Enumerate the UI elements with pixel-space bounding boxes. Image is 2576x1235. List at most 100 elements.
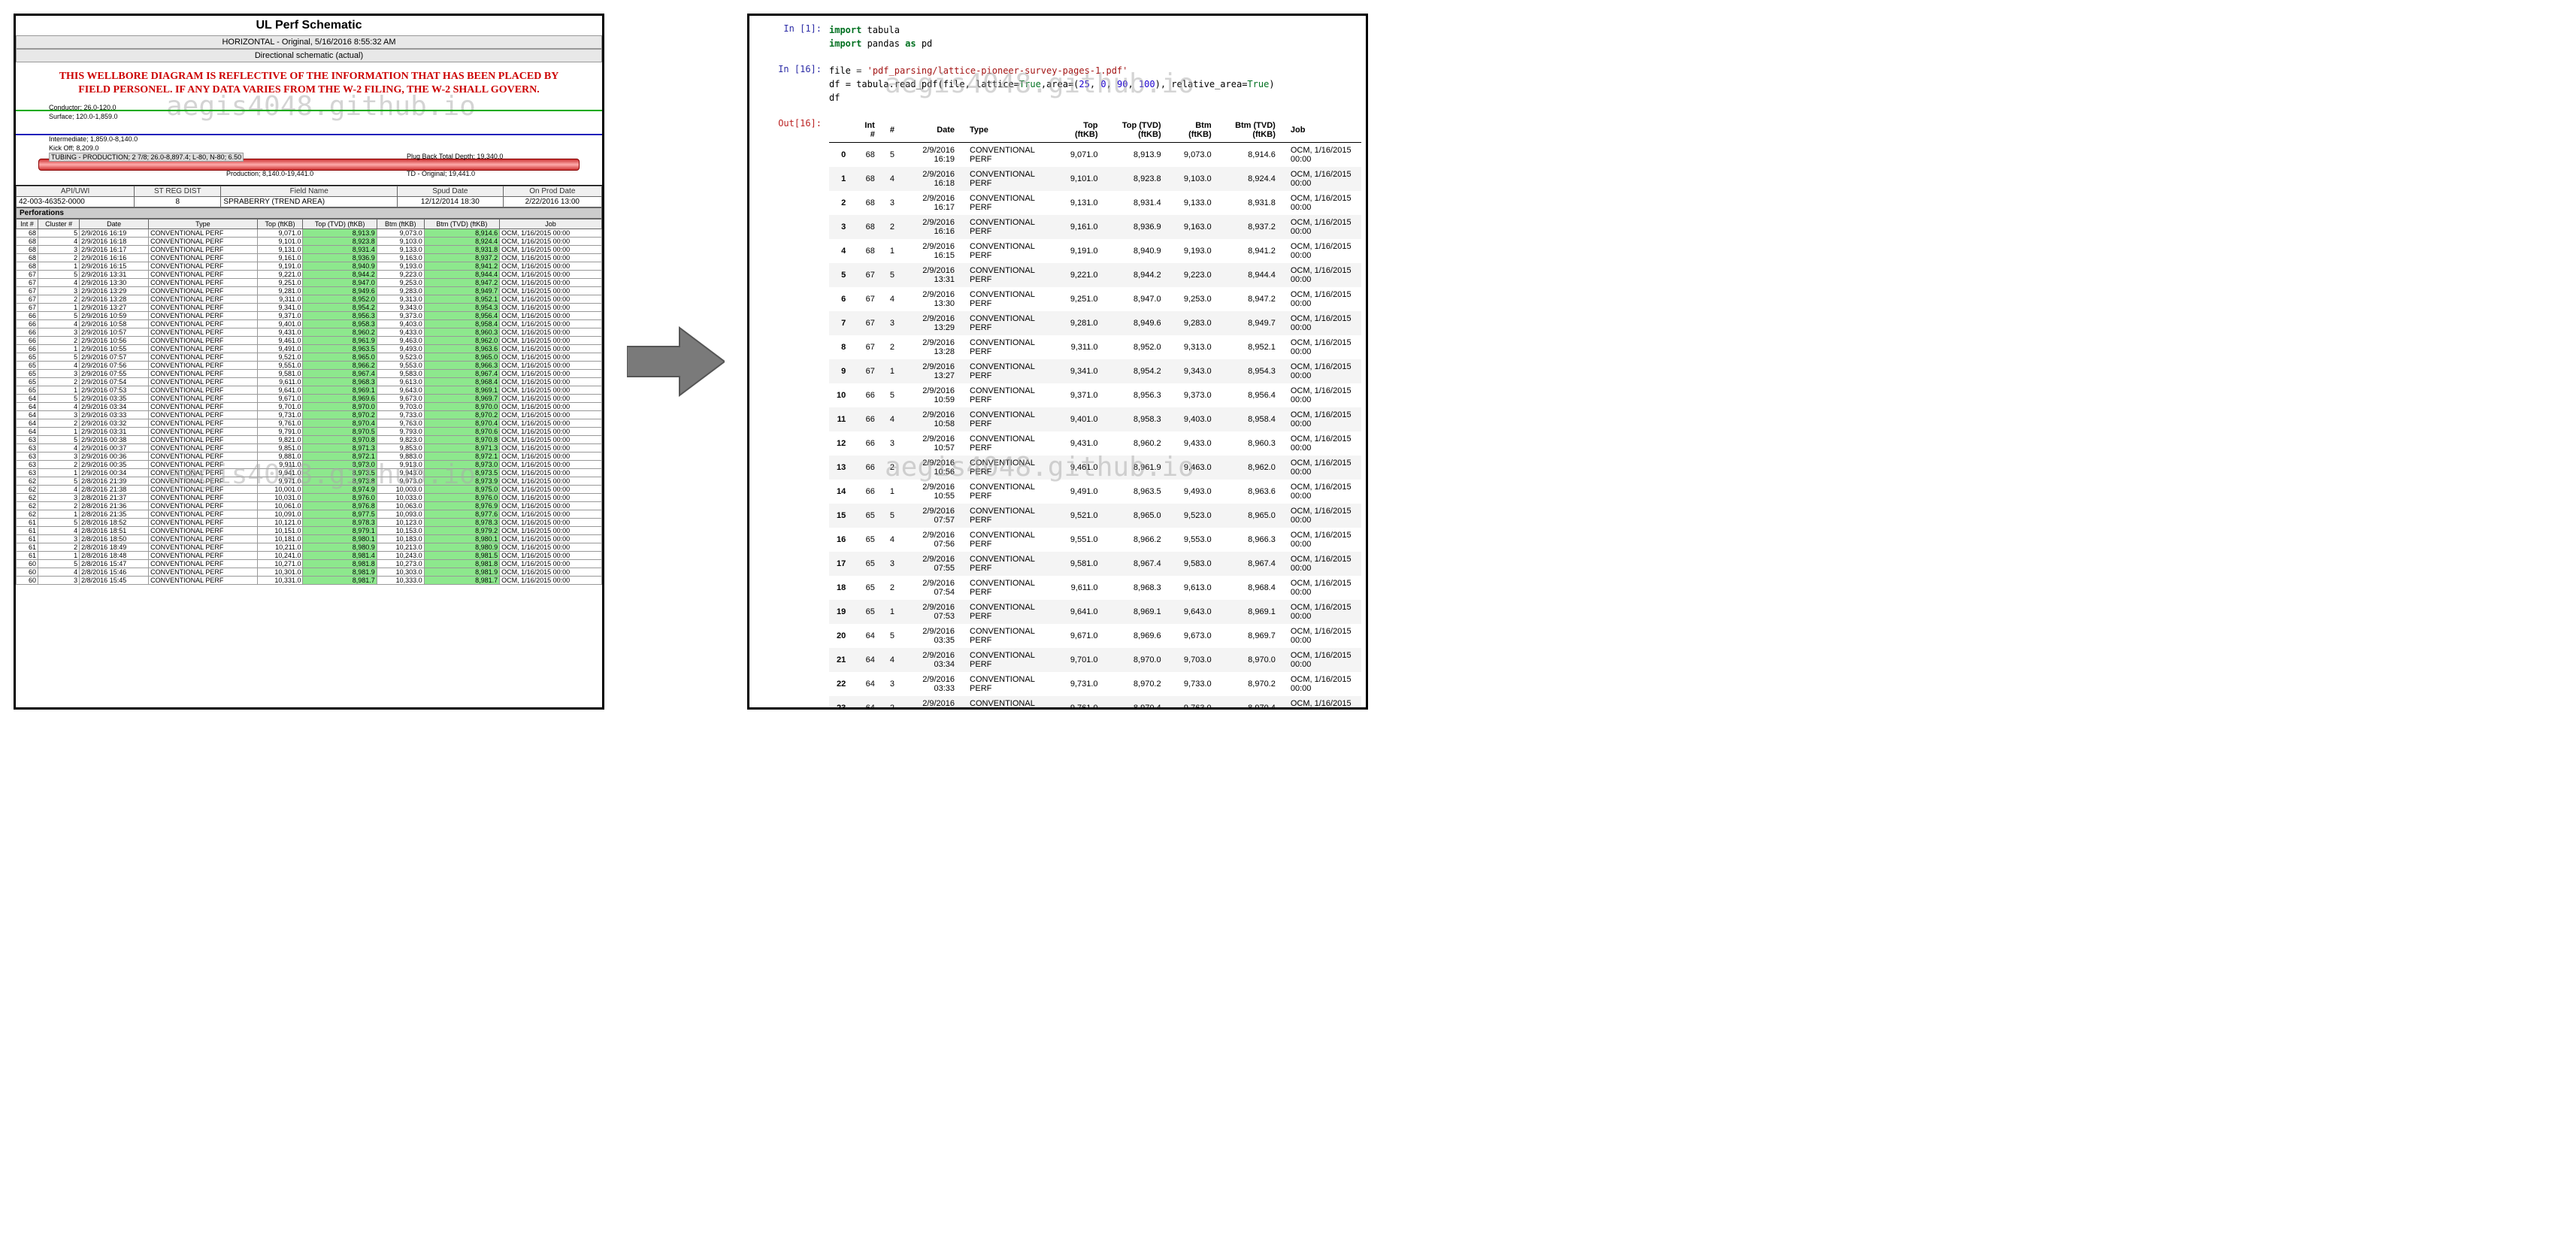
table-cell: 8,976.0	[303, 494, 377, 502]
table-cell: 68	[853, 143, 882, 168]
table-cell: CONVENTIONAL PERF	[149, 328, 258, 337]
table-cell: 9,103.0	[377, 238, 424, 246]
table-cell: 8,947.0	[303, 279, 377, 287]
table-cell: OCM, 1/16/2015 00:00	[500, 577, 602, 585]
table-cell: OCM, 1/16/2015 00:00	[1283, 456, 1361, 480]
table-cell: 9,641.0	[1056, 600, 1106, 624]
table-row: 6332/9/2016 00:36CONVENTIONAL PERF9,881.…	[17, 453, 602, 461]
table-cell: 1	[38, 304, 80, 312]
table-cell: 10,063.0	[377, 502, 424, 510]
code-cell-1[interactable]: In [1]: import tabula import pandas as p…	[754, 23, 1361, 50]
table-cell: 18	[829, 576, 853, 600]
table-row: 6722/9/2016 13:28CONVENTIONAL PERF9,311.…	[17, 295, 602, 304]
table-cell: 8,962.0	[1219, 456, 1283, 480]
table-cell: OCM, 1/16/2015 00:00	[500, 395, 602, 403]
pdf-title: UL Perf Schematic	[16, 16, 602, 35]
table-cell: 2/9/2016 07:54	[80, 378, 149, 386]
table-cell: CONVENTIONAL PERF	[962, 431, 1056, 456]
table-cell: 8,971.3	[303, 444, 377, 453]
label-td: TD - Original; 19,441.0	[407, 170, 475, 177]
prompt-in-16: In [16]:	[754, 64, 829, 104]
table-cell: 9,313.0	[377, 295, 424, 304]
table-cell: 2/9/2016 10:56	[80, 337, 149, 345]
table-cell: 66	[17, 328, 38, 337]
table-cell: CONVENTIONAL PERF	[962, 407, 1056, 431]
table-cell: 8,960.2	[1106, 431, 1169, 456]
table-cell: 9,341.0	[257, 304, 303, 312]
table-cell: 2/9/2016 10:58	[80, 320, 149, 328]
table-cell: CONVENTIONAL PERF	[962, 335, 1056, 359]
table-row: 206452/9/2016 03:35CONVENTIONAL PERF9,67…	[829, 624, 1361, 648]
table-cell: 4	[38, 444, 80, 453]
table-cell: 9,491.0	[257, 345, 303, 353]
table-cell: 2/9/2016 13:29	[80, 287, 149, 295]
table-cell: 2/9/2016 10:55	[80, 345, 149, 353]
table-cell: 10,211.0	[257, 543, 303, 552]
table-cell: 9,371.0	[1056, 383, 1106, 407]
table-cell: 9,971.0	[257, 477, 303, 486]
table-cell: 9,191.0	[1056, 239, 1106, 263]
table-cell: 2/9/2016 07:53	[902, 600, 962, 624]
table-row: 6812/9/2016 16:15CONVENTIONAL PERF9,191.…	[17, 262, 602, 271]
table-cell: 8,970.4	[424, 419, 499, 428]
table-cell: 2/9/2016 16:18	[902, 167, 962, 191]
table-cell: 5	[38, 560, 80, 568]
table-cell: 1	[38, 262, 80, 271]
table-cell: 2/9/2016 07:56	[902, 528, 962, 552]
table-cell: 2/8/2016 15:46	[80, 568, 149, 577]
table-cell: 68	[853, 215, 882, 239]
table-cell: 8,966.2	[303, 362, 377, 370]
table-cell: 2/9/2016 16:15	[902, 239, 962, 263]
table-cell: 9,253.0	[1169, 287, 1219, 311]
table-cell: CONVENTIONAL PERF	[962, 263, 1056, 287]
table-row: 56752/9/2016 13:31CONVENTIONAL PERF9,221…	[829, 263, 1361, 287]
table-cell: OCM, 1/16/2015 00:00	[500, 477, 602, 486]
table-cell: 10,183.0	[377, 535, 424, 543]
table-cell: OCM, 1/16/2015 00:00	[1283, 624, 1361, 648]
code-cell-16[interactable]: In [16]: file = 'pdf_parsing/lattice-pio…	[754, 64, 1361, 104]
table-row: 6112/8/2016 18:48CONVENTIONAL PERF10,241…	[17, 552, 602, 560]
table-cell: CONVENTIONAL PERF	[149, 461, 258, 469]
df-col-header: Job	[1283, 118, 1361, 143]
table-cell: 2/9/2016 10:57	[902, 431, 962, 456]
table-cell: 66	[17, 312, 38, 320]
table-cell: CONVENTIONAL PERF	[149, 254, 258, 262]
table-cell: 2/8/2016 18:50	[80, 535, 149, 543]
table-cell: CONVENTIONAL PERF	[962, 143, 1056, 168]
table-row: 6822/9/2016 16:16CONVENTIONAL PERF9,161.…	[17, 254, 602, 262]
table-row: 6732/9/2016 13:29CONVENTIONAL PERF9,281.…	[17, 287, 602, 295]
table-cell: 9,673.0	[377, 395, 424, 403]
table-cell: 8,923.8	[1106, 167, 1169, 191]
table-cell: CONVENTIONAL PERF	[149, 279, 258, 287]
table-cell: CONVENTIONAL PERF	[962, 191, 1056, 215]
table-cell: 8,924.4	[1219, 167, 1283, 191]
table-cell: 8,978.3	[303, 519, 377, 527]
table-cell: 2/9/2016 16:17	[902, 191, 962, 215]
well-meta-table: API/UWIST REG DISTField NameSpud DateOn …	[16, 186, 602, 207]
table-cell: 8,973.5	[303, 469, 377, 477]
table-cell: 9,221.0	[1056, 263, 1106, 287]
table-cell: OCM, 1/16/2015 00:00	[500, 345, 602, 353]
table-cell: 8,956.3	[1106, 383, 1169, 407]
table-cell: 8,970.2	[1219, 672, 1283, 696]
table-cell: OCM, 1/16/2015 00:00	[500, 510, 602, 519]
table-cell: 3	[38, 328, 80, 337]
table-row: 6512/9/2016 07:53CONVENTIONAL PERF9,641.…	[17, 386, 602, 395]
table-cell: 8,958.4	[1219, 407, 1283, 431]
table-cell: 4	[38, 486, 80, 494]
table-cell: OCM, 1/16/2015 00:00	[500, 320, 602, 328]
label-conductor: Conductor; 26.0-120.0	[49, 104, 117, 111]
table-cell: 8,970.4	[303, 419, 377, 428]
table-cell: 9,253.0	[377, 279, 424, 287]
table-cell: 9,733.0	[1169, 672, 1219, 696]
table-cell: 8,958.3	[1106, 407, 1169, 431]
table-cell: 61	[17, 519, 38, 527]
table-row: 06852/9/2016 16:19CONVENTIONAL PERF9,071…	[829, 143, 1361, 168]
table-cell: 8,968.4	[1219, 576, 1283, 600]
table-cell: 9,103.0	[1169, 167, 1219, 191]
table-cell: 2/9/2016 13:30	[902, 287, 962, 311]
table-cell: CONVENTIONAL PERF	[962, 552, 1056, 576]
table-cell: CONVENTIONAL PERF	[962, 504, 1056, 528]
table-cell: 8,952.0	[1106, 335, 1169, 359]
table-cell: 9,223.0	[1169, 263, 1219, 287]
